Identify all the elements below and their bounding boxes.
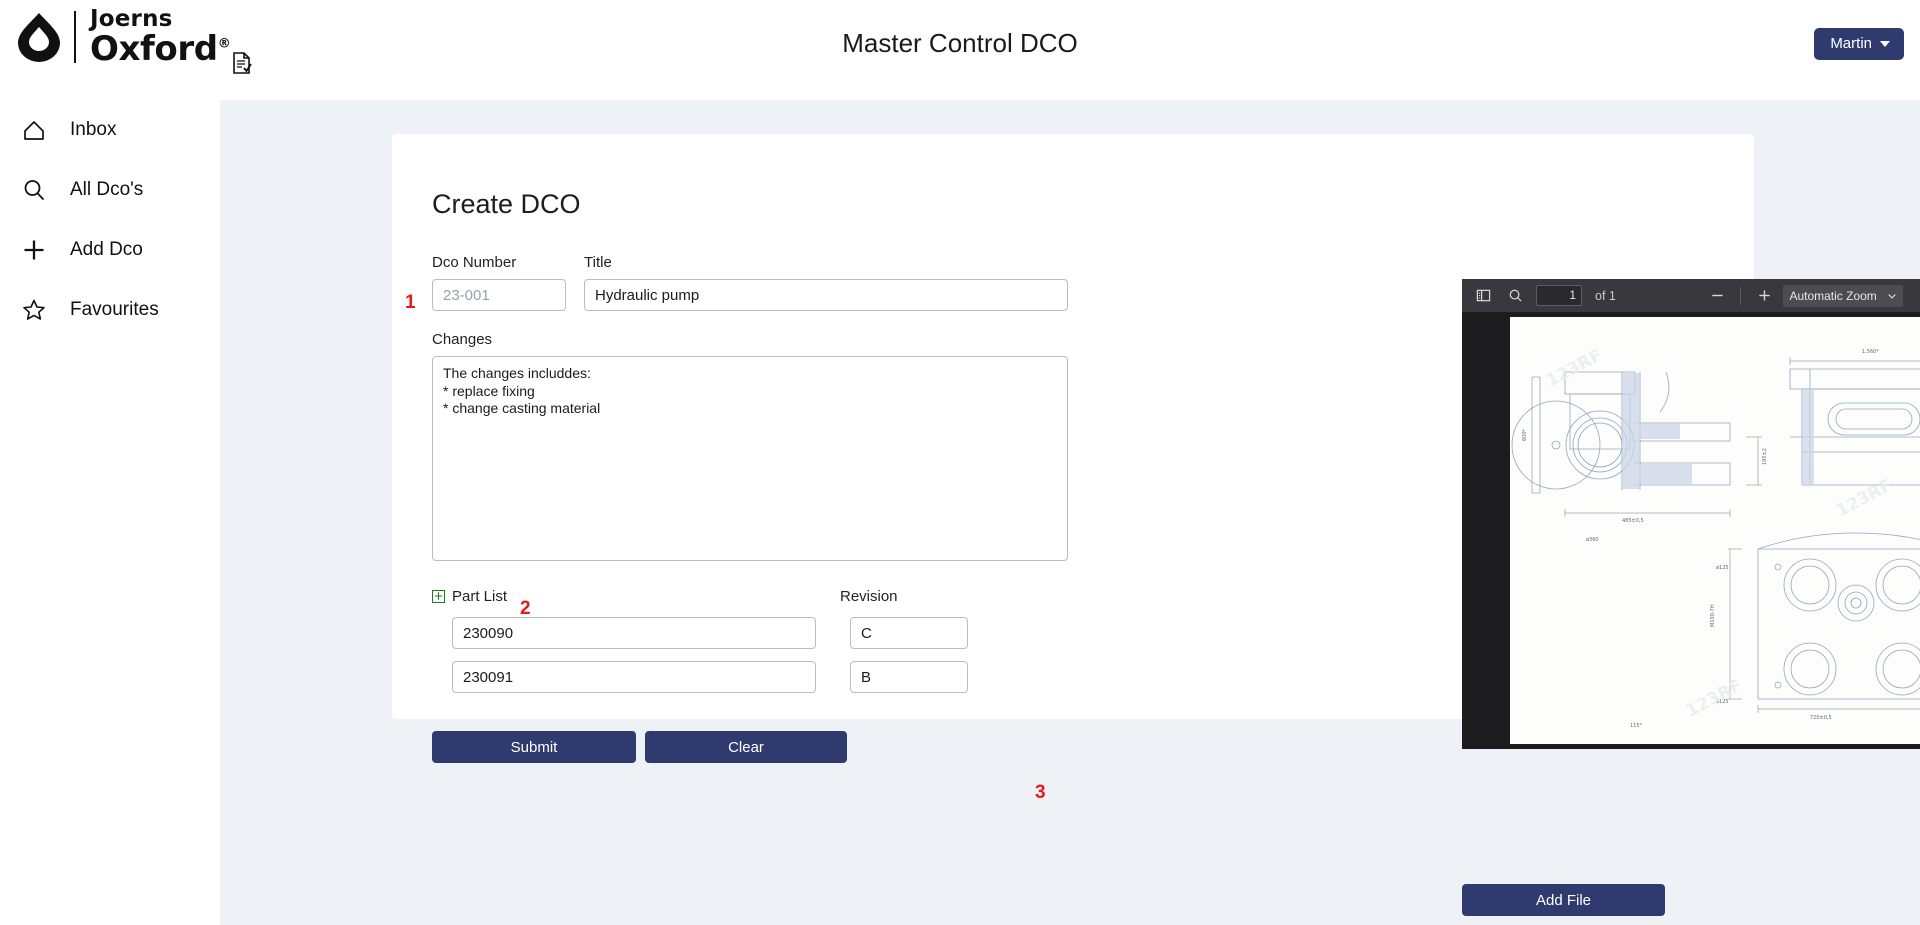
part-list-row (432, 661, 1068, 693)
part-list-label: Part List (452, 588, 508, 605)
part-number-input[interactable] (452, 661, 816, 693)
plus-icon (20, 236, 48, 264)
submit-button[interactable]: Submit (432, 731, 636, 763)
part-revision-input[interactable] (850, 617, 968, 649)
form-actions: Submit Clear (432, 731, 1068, 763)
pdf-toolbar: 1 of 1 Automatic Zoom (1462, 279, 1920, 312)
create-dco-form: Dco Number Title Changes + Part List Rev… (432, 254, 1068, 763)
title-group: Title (584, 254, 1068, 311)
card-heading: Create DCO (432, 189, 581, 219)
annotation-marker-2: 2 (520, 598, 531, 619)
main-content: Create DCO Dco Number Title Changes + Pa… (220, 100, 1920, 925)
sidebar-toggle-icon[interactable] (1470, 283, 1496, 308)
part-number-input[interactable] (452, 617, 816, 649)
sidebar-item-favourites[interactable]: Favourites (0, 280, 220, 340)
dco-number-label: Dco Number (432, 254, 517, 271)
zoom-in-icon[interactable] (1751, 283, 1777, 308)
dco-number-group: Dco Number (432, 254, 566, 311)
app-header: Joerns Oxford® Master Control DCO Martin (0, 0, 1920, 100)
pdf-page: 600* 485±0,5 195±2 1,560* 720±0,5 M100-7… (1510, 317, 1920, 744)
pdf-canvas-area[interactable]: 600* 485±0,5 195±2 1,560* 720±0,5 M100-7… (1462, 312, 1920, 749)
sidebar-item-add-dco[interactable]: Add Dco (0, 220, 220, 280)
dco-number-input[interactable] (432, 279, 566, 311)
create-dco-card: Create DCO Dco Number Title Changes + Pa… (392, 134, 1920, 916)
annotation-marker-1: 1 (405, 292, 416, 313)
pdf-viewer: 1 of 1 Automatic Zoom 600* 485±0,5 195±2… (1462, 279, 1920, 749)
svg-text:1,560*: 1,560* (1862, 349, 1879, 355)
zoom-level-select[interactable]: Automatic Zoom (1783, 284, 1904, 307)
toolbar-separator (1740, 286, 1742, 305)
svg-text:ø360: ø360 (1586, 537, 1599, 543)
chevron-down-icon (1888, 293, 1897, 299)
chevron-down-icon (1880, 40, 1890, 47)
svg-text:M100-7H: M100-7H (1710, 604, 1716, 627)
changes-label: Changes (432, 331, 493, 348)
sidebar-item-all-dcos[interactable]: All Dco's (0, 160, 220, 220)
title-label: Title (584, 254, 612, 271)
zoom-out-icon[interactable] (1704, 283, 1730, 308)
zoom-level-value: Automatic Zoom (1789, 288, 1877, 303)
annotation-marker-3: 3 (1035, 782, 1046, 803)
identification-row: Dco Number Title (432, 254, 1068, 311)
user-menu-label: Martin (1830, 35, 1872, 52)
svg-text:115°: 115° (1630, 723, 1643, 729)
svg-text:ø125: ø125 (1716, 565, 1729, 571)
page-title: Master Control DCO (842, 28, 1078, 58)
changes-textarea[interactable] (432, 356, 1068, 561)
sidebar-item-inbox[interactable]: Inbox (0, 100, 220, 160)
svg-text:485±0,5: 485±0,5 (1622, 518, 1644, 524)
page-count-label: of 1 (1595, 288, 1616, 303)
part-list-row (432, 617, 1068, 649)
svg-text:720±0,5: 720±0,5 (1810, 715, 1832, 721)
find-search-icon[interactable] (1502, 283, 1528, 308)
revision-label: Revision (840, 588, 898, 605)
svg-text:195±2: 195±2 (1762, 448, 1768, 465)
sidebar-item-label: Favourites (70, 299, 159, 320)
star-icon (20, 296, 48, 324)
sidebar-item-label: All Dco's (70, 179, 144, 200)
sidebar-nav: Inbox All Dco's Add Dco Favourites (0, 100, 220, 925)
add-part-row-icon[interactable]: + (432, 590, 445, 603)
search-icon (20, 176, 48, 204)
page-number-input[interactable]: 1 (1536, 285, 1582, 306)
user-menu-button[interactable]: Martin (1814, 28, 1904, 60)
home-icon (20, 116, 48, 144)
sidebar-item-label: Inbox (70, 119, 117, 140)
clear-button[interactable]: Clear (645, 731, 847, 763)
part-revision-input[interactable] (850, 661, 968, 693)
add-file-button[interactable]: Add File (1462, 884, 1665, 916)
engineering-drawing: 600* 485±0,5 195±2 1,560* 720±0,5 M100-7… (1510, 317, 1920, 744)
sidebar-item-label: Add Dco (70, 239, 143, 260)
svg-text:600*: 600* (1522, 428, 1528, 441)
title-input[interactable] (584, 279, 1068, 311)
